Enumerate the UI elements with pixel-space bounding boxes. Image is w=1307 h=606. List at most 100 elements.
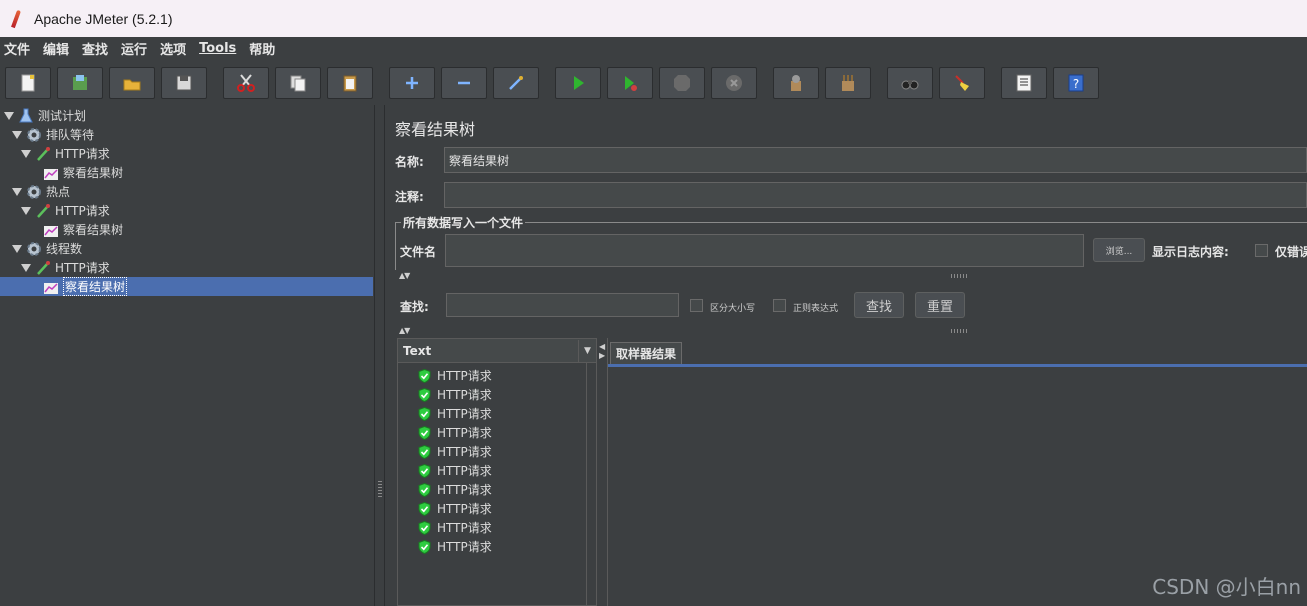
clear-button[interactable] bbox=[773, 67, 819, 99]
list-item[interactable]: HTTP请求 bbox=[418, 366, 492, 385]
expand-arrow-icon[interactable] bbox=[12, 244, 22, 253]
success-shield-icon bbox=[418, 368, 431, 383]
renderer-select[interactable]: Text ▼ bbox=[398, 339, 596, 363]
tree-node-http-request[interactable]: HTTP请求 bbox=[21, 258, 110, 277]
file-fieldset-legend: 所有数据写入一个文件 bbox=[401, 214, 526, 231]
watermark: CSDN @小白nn bbox=[1152, 575, 1301, 599]
pipette-icon bbox=[37, 146, 50, 161]
function-helper-button[interactable] bbox=[1001, 67, 1047, 99]
start-button[interactable] bbox=[555, 67, 601, 99]
list-item[interactable]: HTTP请求 bbox=[418, 461, 492, 480]
expand-arrow-icon[interactable] bbox=[12, 130, 22, 139]
collapse-button[interactable] bbox=[441, 67, 487, 99]
list-item[interactable]: HTTP请求 bbox=[418, 385, 492, 404]
copy-icon bbox=[290, 75, 306, 92]
gear-icon bbox=[27, 241, 41, 256]
expand-button[interactable] bbox=[389, 67, 435, 99]
errors-only-checkbox[interactable] bbox=[1255, 244, 1268, 257]
clear-icon bbox=[791, 75, 801, 91]
jmeter-feather-icon bbox=[10, 9, 22, 28]
menu-tools[interactable]: Tools bbox=[199, 41, 236, 56]
menu-run[interactable]: 运行 bbox=[121, 39, 147, 58]
results-split-divider[interactable]: ◀ ▶ bbox=[597, 338, 607, 606]
expand-arrow-icon[interactable] bbox=[12, 187, 22, 196]
grip-icon bbox=[378, 481, 382, 497]
chevron-down-icon[interactable]: ▼ bbox=[578, 339, 596, 362]
reset-button[interactable]: 重置 bbox=[915, 292, 965, 318]
tree-node-thread-group[interactable]: 线程数 bbox=[12, 239, 82, 258]
collapse-arrows-icon[interactable]: ◀ ▶ bbox=[599, 342, 605, 360]
split-pane-divider[interactable] bbox=[375, 105, 385, 606]
list-item[interactable]: HTTP请求 bbox=[418, 480, 492, 499]
clear-all-button[interactable] bbox=[825, 67, 871, 99]
log-content-label: 显示日志内容: bbox=[1152, 245, 1229, 259]
expand-icon bbox=[406, 77, 418, 89]
save-button[interactable] bbox=[161, 67, 207, 99]
start-no-pause-button[interactable] bbox=[607, 67, 653, 99]
stop-button[interactable] bbox=[659, 67, 705, 99]
name-field[interactable]: 察看结果树 bbox=[444, 147, 1307, 173]
list-item[interactable]: HTTP请求 bbox=[418, 518, 492, 537]
tree-node-thread-group[interactable]: 排队等待 bbox=[12, 125, 94, 144]
list-item[interactable]: HTTP请求 bbox=[418, 404, 492, 423]
collapse-arrows-icon[interactable]: ▲▼ bbox=[399, 271, 410, 280]
reset-search-button[interactable] bbox=[939, 67, 985, 99]
menu-help[interactable]: 帮助 bbox=[249, 39, 275, 58]
list-item[interactable]: HTTP请求 bbox=[418, 423, 492, 442]
tab-sampler-result[interactable]: 取样器结果 bbox=[610, 342, 683, 364]
case-sensitive-label: 区分大小写 bbox=[710, 304, 756, 314]
regex-checkbox[interactable] bbox=[773, 299, 786, 312]
paste-button[interactable] bbox=[327, 67, 373, 99]
cut-button[interactable] bbox=[223, 67, 269, 99]
gear-icon bbox=[27, 127, 41, 142]
find-button[interactable]: 查找 bbox=[854, 292, 904, 318]
list-item[interactable]: HTTP请求 bbox=[418, 537, 492, 556]
tree-node-http-request[interactable]: HTTP请求 bbox=[21, 201, 110, 220]
tree-node-http-request[interactable]: HTTP请求 bbox=[21, 144, 110, 163]
filename-field[interactable] bbox=[445, 234, 1084, 267]
success-shield-icon bbox=[418, 463, 431, 478]
expand-arrow-icon[interactable] bbox=[21, 149, 31, 158]
tree-node-thread-group[interactable]: 热点 bbox=[12, 182, 70, 201]
expand-arrow-icon[interactable] bbox=[21, 206, 31, 215]
expand-arrow-icon[interactable] bbox=[4, 111, 14, 120]
list-item[interactable]: HTTP请求 bbox=[418, 499, 492, 518]
toggle-button[interactable] bbox=[493, 67, 539, 99]
new-button[interactable] bbox=[5, 67, 51, 99]
copy-button[interactable] bbox=[275, 67, 321, 99]
browse-button[interactable]: 浏览... bbox=[1093, 238, 1145, 262]
comment-field[interactable] bbox=[444, 182, 1307, 208]
tree-node-results-tree-selected[interactable]: 察看结果树 bbox=[0, 277, 373, 296]
results-list: Text ▼ HTTP请求 HTTP请求 HTTP请求 HTTP请求 HTTP请… bbox=[397, 338, 597, 606]
menu-search[interactable]: 查找 bbox=[82, 39, 108, 58]
success-shield-icon bbox=[418, 501, 431, 516]
menu-edit[interactable]: 编辑 bbox=[43, 39, 69, 58]
help-icon: ? bbox=[1068, 74, 1084, 92]
result-tabs: 取样器结果 bbox=[607, 338, 1307, 606]
shutdown-button[interactable] bbox=[711, 67, 757, 99]
grip-icon bbox=[951, 274, 969, 278]
templates-button[interactable] bbox=[57, 67, 103, 99]
case-sensitive-checkbox[interactable] bbox=[690, 299, 703, 312]
panel-title: 察看结果树 bbox=[395, 120, 476, 139]
collapse-arrows-icon[interactable]: ▲▼ bbox=[399, 326, 410, 335]
tree-node-results-tree[interactable]: 察看结果树 bbox=[43, 163, 123, 182]
start-no-pause-icon bbox=[625, 76, 637, 91]
templates-icon bbox=[73, 75, 87, 90]
start-icon bbox=[574, 76, 584, 90]
success-shield-icon bbox=[418, 425, 431, 440]
expand-arrow-icon[interactable] bbox=[21, 263, 31, 272]
vertical-scrollbar[interactable] bbox=[586, 363, 596, 605]
tree-node-results-tree[interactable]: 察看结果树 bbox=[43, 220, 123, 239]
menu-options[interactable]: 选项 bbox=[160, 39, 186, 58]
tab-underline bbox=[608, 364, 1307, 367]
search-button[interactable] bbox=[887, 67, 933, 99]
save-icon bbox=[176, 75, 192, 91]
tree-node-test-plan[interactable]: 测试计划 bbox=[4, 106, 86, 125]
help-button[interactable]: ? bbox=[1053, 67, 1099, 99]
toggle-icon bbox=[509, 76, 523, 90]
search-field[interactable] bbox=[446, 293, 679, 317]
open-button[interactable] bbox=[109, 67, 155, 99]
menu-file[interactable]: 文件 bbox=[4, 39, 30, 58]
list-item[interactable]: HTTP请求 bbox=[418, 442, 492, 461]
